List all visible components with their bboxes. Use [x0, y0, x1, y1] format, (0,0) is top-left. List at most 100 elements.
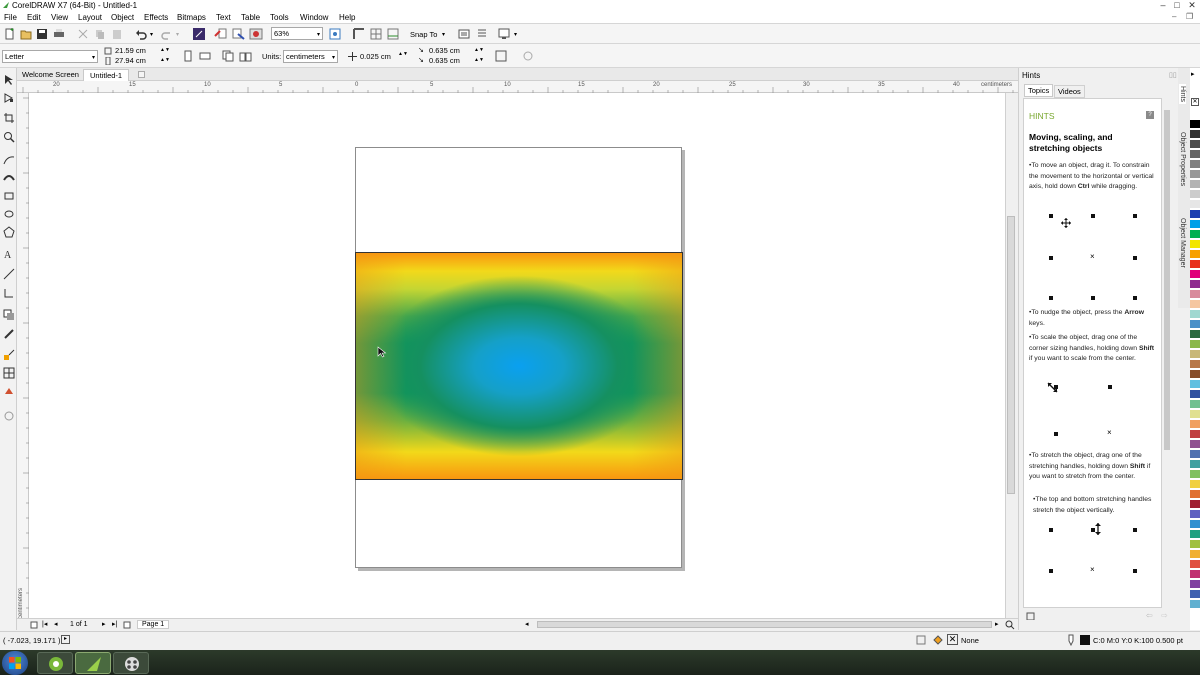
all-pages-icon[interactable] [221, 49, 235, 63]
menu-view[interactable]: View [51, 13, 68, 22]
smart-fill-icon[interactable] [3, 385, 15, 397]
width-spinner-icon[interactable]: ▲▼ [160, 47, 170, 53]
menu-file[interactable]: File [4, 13, 17, 22]
hints-forward-icon[interactable]: ⇨ [1161, 611, 1168, 620]
snap-to-button[interactable]: Snap To [410, 30, 437, 39]
transparency-icon[interactable] [3, 328, 15, 340]
color-swatch[interactable] [1190, 230, 1200, 239]
color-swatch[interactable] [1190, 280, 1200, 289]
color-swatch[interactable] [1190, 600, 1200, 609]
color-swatch[interactable] [1190, 310, 1200, 319]
page-tab[interactable]: Page 1 [137, 620, 170, 629]
units-select[interactable]: centimeters ▾ [283, 50, 338, 63]
color-swatch[interactable] [1190, 170, 1200, 179]
welcome-screen-icon[interactable] [497, 27, 511, 41]
no-color-swatch[interactable]: ✕ [1191, 98, 1199, 106]
status-expand-icon[interactable]: ▸ [61, 635, 70, 644]
color-swatch[interactable] [1190, 270, 1200, 279]
show-grid-icon[interactable] [369, 27, 383, 41]
hints-help-icon[interactable]: ? [1146, 111, 1154, 119]
duplicate-x-field[interactable]: 0.635 cm [429, 46, 460, 55]
menu-text[interactable]: Text [216, 13, 231, 22]
paper-type-select[interactable]: Letter ▾ [2, 50, 98, 63]
palette-scroll-up-icon[interactable]: ▸ [1191, 70, 1195, 78]
print-icon[interactable] [52, 27, 66, 41]
copy-icon[interactable] [93, 27, 107, 41]
show-rulers-icon[interactable] [352, 27, 366, 41]
treat-as-filled-icon[interactable] [494, 49, 508, 63]
publish-pdf-icon[interactable] [249, 27, 263, 41]
paper-type-dropdown-icon[interactable]: ▾ [92, 53, 95, 63]
color-swatch[interactable] [1190, 240, 1200, 249]
color-swatch[interactable] [1190, 530, 1200, 539]
color-swatch[interactable] [1190, 500, 1200, 509]
ellipse-tool-icon[interactable] [3, 208, 15, 220]
previous-page-icon[interactable]: ◂ [54, 620, 58, 628]
hints-home-icon[interactable] [1026, 611, 1035, 622]
page-height-field[interactable]: 27.94 cm [115, 56, 146, 65]
start-button[interactable] [2, 651, 28, 675]
color-swatch[interactable] [1190, 340, 1200, 349]
rectangle-tool-icon[interactable] [3, 190, 15, 202]
zoom-tool-icon[interactable] [3, 131, 15, 143]
color-swatch[interactable] [1190, 350, 1200, 359]
menu-object[interactable]: Object [111, 13, 134, 22]
color-swatch[interactable] [1190, 410, 1200, 419]
color-swatch[interactable] [1190, 110, 1200, 119]
taskbar-coreldraw-button[interactable] [75, 652, 111, 674]
minimize-icon[interactable]: – [1156, 0, 1170, 11]
portrait-icon[interactable] [181, 49, 195, 63]
menu-help[interactable]: Help [339, 13, 355, 22]
menu-edit[interactable]: Edit [27, 13, 41, 22]
navigator-zoom-icon[interactable] [1005, 620, 1015, 630]
shape-tool-icon[interactable] [3, 92, 15, 104]
color-swatch[interactable] [1190, 520, 1200, 529]
page-width-field[interactable]: 21.59 cm [115, 46, 146, 55]
undo-icon[interactable] [134, 27, 148, 41]
color-swatch[interactable] [1190, 430, 1200, 439]
menu-effects[interactable]: Effects [144, 13, 168, 22]
height-spinner-icon[interactable]: ▲▼ [160, 57, 170, 63]
connector-tool-icon[interactable] [3, 287, 15, 299]
add-tool-icon[interactable] [3, 410, 15, 422]
zoom-dropdown-icon[interactable]: ▾ [317, 30, 320, 40]
snap-to-dropdown-icon[interactable]: ▾ [442, 31, 445, 38]
color-proofing-icon[interactable] [916, 635, 926, 645]
crop-tool-icon[interactable] [3, 112, 15, 124]
close-icon[interactable]: ✕ [1185, 0, 1199, 11]
color-swatch[interactable] [1190, 540, 1200, 549]
color-swatch[interactable] [1190, 140, 1200, 149]
landscape-icon[interactable] [198, 49, 212, 63]
color-swatch[interactable] [1190, 470, 1200, 479]
add-page-after-icon[interactable] [123, 621, 131, 629]
nudge-distance-field[interactable]: 0.025 cm [360, 52, 391, 61]
doc-restore-icon[interactable]: ❐ [1186, 12, 1193, 21]
duplicate-y-field[interactable]: 0.635 cm [429, 56, 460, 65]
color-swatch[interactable] [1190, 460, 1200, 469]
docker-menu-icon[interactable]: ▯▯ [1169, 71, 1177, 79]
color-swatch[interactable] [1190, 190, 1200, 199]
color-swatch[interactable] [1190, 290, 1200, 299]
color-swatch[interactable] [1190, 360, 1200, 369]
color-swatch[interactable] [1190, 210, 1200, 219]
scroll-right-icon[interactable]: ▸ [995, 620, 999, 628]
pick-tool-icon[interactable] [3, 74, 15, 86]
save-icon[interactable] [35, 27, 49, 41]
duplicate-y-spinner-icon[interactable]: ▲▼ [474, 57, 484, 63]
menu-window[interactable]: Window [300, 13, 328, 22]
tab-topics[interactable]: Topics [1024, 84, 1054, 97]
tab-welcome-screen[interactable]: Welcome Screen [16, 69, 85, 81]
color-swatch[interactable] [1190, 570, 1200, 579]
maximize-icon[interactable]: □ [1170, 0, 1184, 11]
zoom-level-field[interactable]: 63% ▾ [271, 27, 323, 40]
menu-tools[interactable]: Tools [270, 13, 289, 22]
color-swatch[interactable] [1190, 370, 1200, 379]
color-swatch[interactable] [1190, 300, 1200, 309]
interactive-fill-icon[interactable] [3, 367, 15, 379]
color-swatch[interactable] [1190, 320, 1200, 329]
color-swatch[interactable] [1190, 130, 1200, 139]
color-swatch[interactable] [1190, 590, 1200, 599]
color-swatch[interactable] [1190, 510, 1200, 519]
next-page-icon[interactable]: ▸ [102, 620, 106, 628]
vertical-scroll-thumb[interactable] [1007, 216, 1015, 494]
